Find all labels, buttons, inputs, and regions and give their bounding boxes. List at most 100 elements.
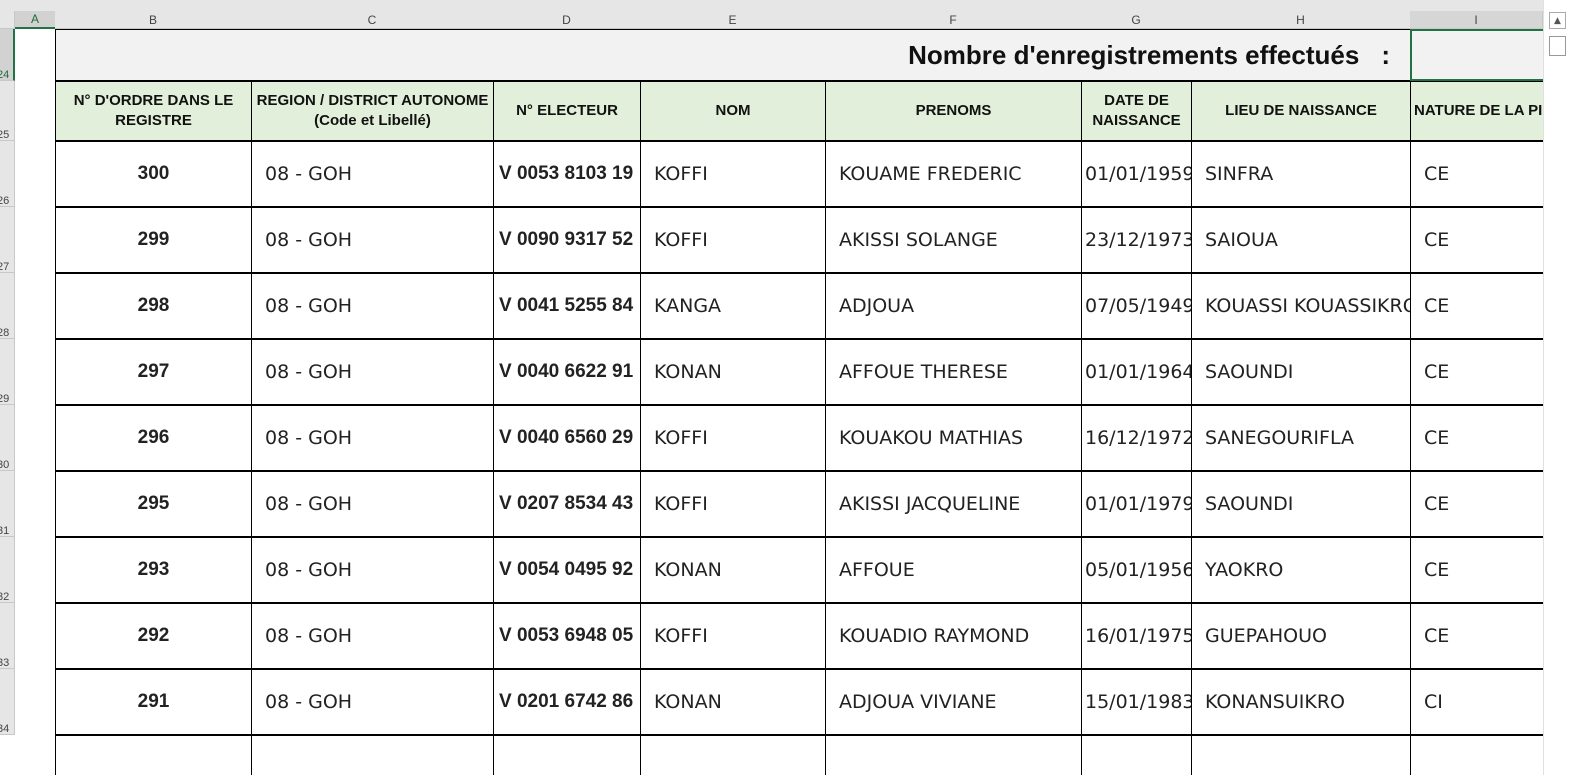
cell-lieu[interactable]: YAOKRO (1191, 537, 1411, 603)
cell-prenoms[interactable] (825, 735, 1082, 775)
column-header-g[interactable]: G (1081, 11, 1192, 29)
header-nom[interactable]: NOM (640, 81, 826, 141)
cell-nature[interactable]: CE (1410, 339, 1543, 405)
cell-lieu[interactable] (1191, 735, 1411, 775)
cell-region[interactable]: 08 - GOH (251, 273, 494, 339)
cell-nom[interactable]: KANGA (640, 273, 826, 339)
header-nature[interactable]: NATURE DE LA PIE (1410, 81, 1543, 141)
cell-date[interactable]: 23/12/1973 (1081, 207, 1192, 273)
cell-lieu[interactable]: SAIOUA (1191, 207, 1411, 273)
cell-region[interactable]: 08 - GOH (251, 207, 494, 273)
cell-region[interactable]: 08 - GOH (251, 471, 494, 537)
triangle-up-icon[interactable]: ▲ (1549, 12, 1566, 29)
cell-nom[interactable]: KONAN (640, 669, 826, 735)
cell-nature[interactable]: CE (1410, 207, 1543, 273)
cell-electeur[interactable]: V 0040 6622 91 (493, 339, 641, 405)
cell-prenoms[interactable]: AFFOUE (825, 537, 1082, 603)
row-header-26[interactable]: 26 (0, 141, 15, 207)
cell-electeur[interactable]: V 0201 6742 86 (493, 669, 641, 735)
cell-region[interactable]: 08 - GOH (251, 537, 494, 603)
cell-date[interactable]: 01/01/1964 (1081, 339, 1192, 405)
select-all-corner[interactable] (0, 11, 15, 29)
cell-date[interactable]: 16/01/1975 (1081, 603, 1192, 669)
cell-lieu[interactable]: SAOUNDI (1191, 339, 1411, 405)
cell-nature[interactable]: CE (1410, 405, 1543, 471)
cell-nom[interactable]: KOFFI (640, 603, 826, 669)
column-header-b[interactable]: B (55, 11, 252, 29)
cell-electeur[interactable]: V 0053 8103 19 (493, 141, 641, 207)
row-header-32[interactable]: 32 (0, 537, 15, 603)
vertical-scrollbar[interactable]: ▲ (1543, 0, 1573, 775)
cell-ordre[interactable]: 296 (55, 405, 252, 471)
cell-date[interactable]: 16/12/1972 (1081, 405, 1192, 471)
cell-ordre[interactable]: 299 (55, 207, 252, 273)
cell-nom[interactable]: KOFFI (640, 405, 826, 471)
cell-region[interactable]: 08 - GOH (251, 669, 494, 735)
cell-electeur[interactable]: V 0041 5255 84 (493, 273, 641, 339)
cell-prenoms[interactable]: AKISSI JACQUELINE (825, 471, 1082, 537)
cell-nom[interactable]: KOFFI (640, 141, 826, 207)
cell-region[interactable] (251, 735, 494, 775)
header-electeur[interactable]: N° ELECTEUR (493, 81, 641, 141)
cell-date[interactable]: 05/01/1956 (1081, 537, 1192, 603)
cell-ordre[interactable]: 293 (55, 537, 252, 603)
cell-ordre[interactable]: 300 (55, 141, 252, 207)
cell-nature[interactable]: CI (1410, 669, 1543, 735)
header-prenoms[interactable]: PRENOMS (825, 81, 1082, 141)
cell-nom[interactable]: KOFFI (640, 471, 826, 537)
cell-date[interactable]: 15/01/1983 (1081, 669, 1192, 735)
header-ordre[interactable]: N° D'ORDRE DANS LE REGISTRE (55, 81, 252, 141)
column-header-c[interactable]: C (251, 11, 494, 29)
column-header-d[interactable]: D (493, 11, 641, 29)
cell-region[interactable]: 08 - GOH (251, 141, 494, 207)
cell-nom[interactable] (640, 735, 826, 775)
row-header-25[interactable]: 25 (0, 81, 15, 141)
title-cell[interactable]: Nombre d'enregistrements effectués : (55, 29, 1411, 81)
header-lieu[interactable]: LIEU DE NAISSANCE (1191, 81, 1411, 141)
cell-electeur[interactable]: V 0090 9317 52 (493, 207, 641, 273)
column-header-a[interactable]: A (15, 11, 56, 29)
cell-nom[interactable]: KONAN (640, 339, 826, 405)
cell-nature[interactable]: CE (1410, 273, 1543, 339)
row-header-29[interactable]: 29 (0, 339, 15, 405)
row-header-34[interactable]: 34 (0, 669, 15, 735)
cell-nature[interactable]: CE (1410, 603, 1543, 669)
row-header-33[interactable]: 33 (0, 603, 15, 669)
cell-lieu[interactable]: SAOUNDI (1191, 471, 1411, 537)
header-region[interactable]: REGION / DISTRICT AUTONOME (Code et Libe… (251, 81, 494, 141)
cell-electeur[interactable]: V 0053 6948 05 (493, 603, 641, 669)
cell-lieu[interactable]: GUEPAHOUO (1191, 603, 1411, 669)
cell-prenoms[interactable]: AKISSI SOLANGE (825, 207, 1082, 273)
cell-lieu[interactable]: KONANSUIKRO (1191, 669, 1411, 735)
column-header-f[interactable]: F (825, 11, 1082, 29)
cell-prenoms[interactable]: AFFOUE THERESE (825, 339, 1082, 405)
cell-nature[interactable]: CE (1410, 471, 1543, 537)
row-header-24[interactable]: 24 (0, 29, 15, 81)
row-header-31[interactable]: 31 (0, 471, 15, 537)
cell-prenoms[interactable]: KOUAME FREDERIC (825, 141, 1082, 207)
cell-ordre[interactable]: 298 (55, 273, 252, 339)
cell-ordre[interactable]: 292 (55, 603, 252, 669)
cell-date[interactable]: 01/01/1979 (1081, 471, 1192, 537)
column-header-i[interactable]: I (1410, 11, 1543, 29)
cell-date[interactable] (1081, 735, 1192, 775)
cell-ordre[interactable] (55, 735, 252, 775)
row-header-28[interactable]: 28 (0, 273, 15, 339)
cell-date[interactable]: 01/01/1959 (1081, 141, 1192, 207)
cell-electeur[interactable]: V 0207 8534 43 (493, 471, 641, 537)
cell-date[interactable]: 07/05/1949 (1081, 273, 1192, 339)
cell-nom[interactable]: KOFFI (640, 207, 826, 273)
row-header-27[interactable]: 27 (0, 207, 15, 273)
cell-region[interactable]: 08 - GOH (251, 603, 494, 669)
column-header-e[interactable]: E (640, 11, 826, 29)
cell-ordre[interactable]: 295 (55, 471, 252, 537)
cell-prenoms[interactable]: KOUADIO RAYMOND (825, 603, 1082, 669)
scroll-thumb[interactable] (1549, 36, 1566, 56)
cell-electeur[interactable]: V 0040 6560 29 (493, 405, 641, 471)
cell-prenoms[interactable]: ADJOUA VIVIANE (825, 669, 1082, 735)
cell-lieu[interactable]: SANEGOURIFLA (1191, 405, 1411, 471)
cell-nature[interactable] (1410, 735, 1543, 775)
column-header-h[interactable]: H (1191, 11, 1411, 29)
cell-ordre[interactable]: 291 (55, 669, 252, 735)
row-header-30[interactable]: 30 (0, 405, 15, 471)
